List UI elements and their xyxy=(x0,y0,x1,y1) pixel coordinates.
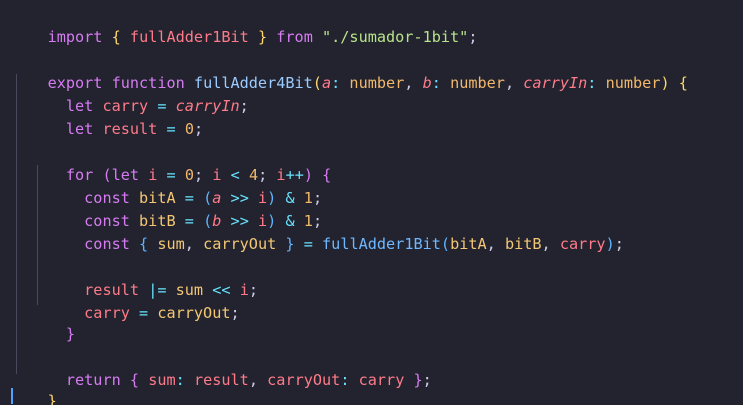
property-key: carryOut xyxy=(267,371,341,389)
variable: carry xyxy=(559,235,606,253)
semicolon: ; xyxy=(422,371,432,389)
code-line-13[interactable]: carry = carryOut; xyxy=(11,279,240,322)
semicolon: ; xyxy=(193,120,204,138)
variable: sum xyxy=(157,235,185,253)
brace: } xyxy=(413,371,423,389)
keyword: return xyxy=(65,371,121,389)
colon: : xyxy=(431,74,441,92)
brace: } xyxy=(47,392,57,405)
text-caret xyxy=(11,388,13,404)
variable: bitA xyxy=(450,235,487,253)
code-line-10[interactable]: const { sum, carryOut } = fullAdder1Bit(… xyxy=(11,210,624,253)
type-number: number xyxy=(349,74,405,92)
code-line-9[interactable]: const bitB = (b >> i) & 1; xyxy=(11,187,322,230)
brace: { xyxy=(111,28,121,46)
code-line-4[interactable]: let carry = carryIn; xyxy=(11,72,249,115)
param-a: a xyxy=(321,74,332,92)
comma: , xyxy=(504,74,515,92)
code-editor[interactable]: import { fullAdder1Bit } from "./sumador… xyxy=(0,0,743,405)
brace: } xyxy=(257,28,268,46)
property-key: sum xyxy=(148,371,176,389)
code-line-1[interactable]: import { fullAdder1Bit } from "./sumador… xyxy=(11,3,478,46)
code-line-14[interactable]: } xyxy=(11,300,75,343)
code-line-5[interactable]: let result = 0; xyxy=(11,95,203,138)
comma: , xyxy=(248,371,258,389)
function-call: fullAdder1Bit xyxy=(322,235,441,253)
variable: carry xyxy=(84,304,130,322)
operator: = xyxy=(303,235,313,253)
operator: = xyxy=(139,304,149,322)
code-line-8[interactable]: const bitA = (a >> i) & 1; xyxy=(11,164,322,207)
keyword: const xyxy=(84,235,130,253)
paren: ) xyxy=(605,235,615,253)
number-literal: 0 xyxy=(184,120,194,138)
code-line-16[interactable]: return { sum: result, carryOut: carry }; xyxy=(11,346,432,389)
semicolon: ; xyxy=(468,28,478,46)
comma: , xyxy=(184,235,194,253)
brace: { xyxy=(139,235,149,253)
code-line-7[interactable]: for (let i = 0; i < 4; i++) { xyxy=(11,141,331,184)
variable: carryOut xyxy=(203,235,277,253)
comma: , xyxy=(541,235,551,253)
code-line-3[interactable]: export function fullAdder4Bit(a: number,… xyxy=(11,49,688,92)
semicolon: ; xyxy=(248,281,258,299)
paren: ( xyxy=(440,235,451,253)
string-literal: "./sumador-1bit" xyxy=(322,28,469,46)
keyword: from xyxy=(276,28,313,46)
semicolon: ; xyxy=(230,304,240,322)
keyword: import xyxy=(47,28,103,46)
brace: { xyxy=(678,74,688,92)
brace: { xyxy=(322,166,332,184)
keyword: let xyxy=(65,120,94,138)
variable: result xyxy=(193,371,249,389)
operator: = xyxy=(166,120,176,138)
type-number: number xyxy=(605,74,661,92)
type-number: number xyxy=(450,74,505,92)
brace: } xyxy=(65,325,76,343)
variable: carry xyxy=(358,371,405,389)
import-name: fullAdder1Bit xyxy=(129,28,249,46)
variable: bitB xyxy=(504,235,542,253)
code-line-12[interactable]: result |= sum << i; xyxy=(11,256,258,299)
paren: ( xyxy=(312,74,322,92)
param-carryIn: carryIn xyxy=(523,74,588,92)
param-b: b xyxy=(422,74,432,92)
variable: carryOut xyxy=(157,304,231,322)
semicolon: ; xyxy=(239,97,249,115)
paren: ) xyxy=(660,74,670,92)
colon: : xyxy=(175,371,185,389)
semicolon: ; xyxy=(614,235,624,253)
comma: , xyxy=(486,235,496,253)
variable: i xyxy=(239,281,249,299)
variable: result xyxy=(102,120,158,138)
brace: } xyxy=(285,235,295,253)
code-line-17[interactable]: } xyxy=(11,367,57,405)
colon: : xyxy=(331,74,341,92)
brace: { xyxy=(129,371,140,389)
